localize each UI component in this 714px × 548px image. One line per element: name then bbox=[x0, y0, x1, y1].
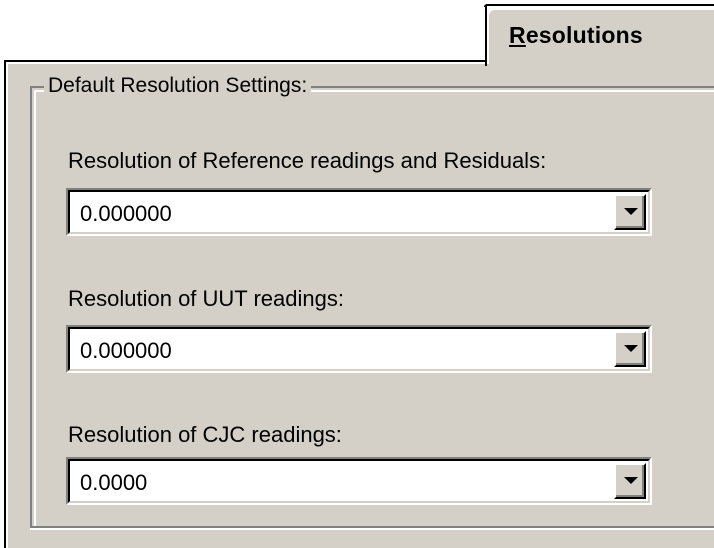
tab-accelerator-key: R bbox=[509, 22, 526, 48]
combobox-frame: 0.000000 bbox=[68, 190, 650, 234]
combobox-frame: 0.0000 bbox=[68, 459, 650, 503]
tab-edge bbox=[484, 4, 714, 7]
cjc-resolution-dropdown-button[interactable] bbox=[614, 463, 646, 499]
groupbox-title: Default Resolution Settings: bbox=[44, 74, 312, 98]
reference-resolution-combobox[interactable]: 0.000000 bbox=[66, 188, 652, 236]
panel-highlight-left bbox=[6, 62, 8, 548]
cjc-resolution-combobox[interactable]: 0.0000 bbox=[66, 457, 652, 505]
reference-resolution-dropdown-button[interactable] bbox=[614, 194, 646, 230]
groupbox-bottom-highlight bbox=[30, 528, 714, 530]
chevron-down-icon bbox=[624, 345, 638, 352]
reference-resolution-label: Resolution of Reference readings and Res… bbox=[68, 148, 547, 173]
chevron-down-icon bbox=[624, 477, 638, 484]
resolutions-property-page: Resolutions Default Resolution Settings:… bbox=[0, 0, 714, 548]
uut-resolution-value: 0.000000 bbox=[80, 338, 172, 363]
uut-resolution-dropdown-button[interactable] bbox=[614, 331, 646, 367]
chevron-down-icon bbox=[624, 208, 638, 215]
cjc-resolution-label: Resolution of CJC readings: bbox=[68, 422, 342, 447]
reference-resolution-value: 0.000000 bbox=[80, 201, 172, 226]
tab-resolutions[interactable]: Resolutions bbox=[485, 6, 714, 66]
combobox-frame: 0.000000 bbox=[68, 327, 650, 371]
tab-resolutions-label: Resolutions bbox=[509, 22, 643, 49]
uut-resolution-label: Resolution of UUT readings: bbox=[68, 286, 344, 311]
cjc-resolution-value: 0.0000 bbox=[80, 470, 148, 495]
tab-label-text: esolutions bbox=[525, 22, 643, 48]
uut-resolution-combobox[interactable]: 0.000000 bbox=[66, 325, 652, 373]
